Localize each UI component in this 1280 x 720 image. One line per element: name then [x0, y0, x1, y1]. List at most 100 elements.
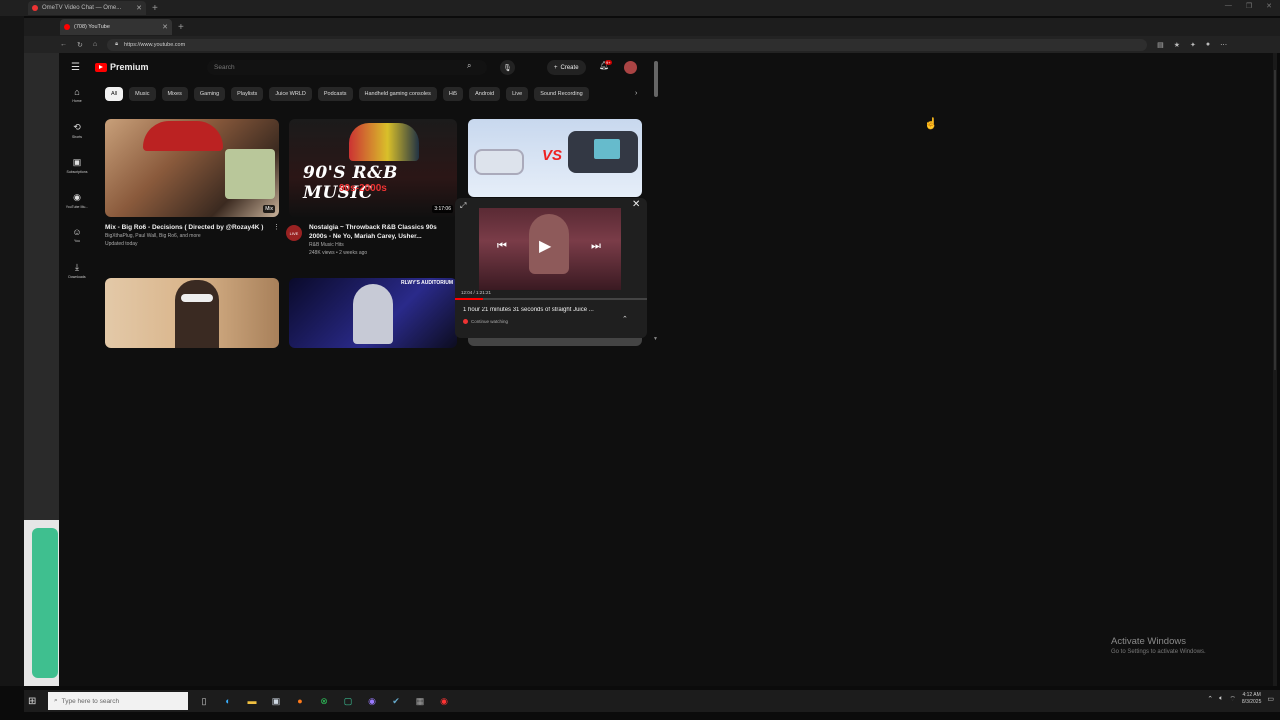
app-icon[interactable]: ▢	[342, 696, 354, 707]
close-icon[interactable]: ✕	[632, 199, 640, 210]
back-icon[interactable]: ←	[60, 41, 67, 48]
more-vert-icon[interactable]: ⋮	[273, 223, 280, 231]
miniplayer-status: Continue watching	[463, 319, 508, 324]
notification-center-icon[interactable]: ▭	[1267, 695, 1274, 703]
close-window-icon[interactable]: ✕	[1266, 2, 1272, 10]
close-tab-icon[interactable]: ✕	[162, 23, 168, 31]
record-icon[interactable]: ◉	[438, 696, 450, 707]
chip-gaming[interactable]: Gaming	[193, 87, 226, 101]
page-scrollbar[interactable]	[654, 61, 658, 97]
windows-start-icon[interactable]: ⊞	[28, 696, 44, 707]
task-view-icon[interactable]: ▯	[198, 696, 210, 707]
video-title[interactable]: Mix - Big Ro6 - Decisions ( Directed by …	[105, 223, 275, 232]
video-thumbnail[interactable]: RLWY'S AUDITORIUM	[289, 278, 457, 348]
reader-icon[interactable]: ▤	[1157, 41, 1164, 49]
ometv-favicon-icon	[32, 5, 38, 11]
chip-handheld-gaming[interactable]: Handheld gaming consoles	[358, 87, 437, 101]
volume-icon[interactable]: 🔈︎	[1219, 695, 1223, 703]
miniplayer-title[interactable]: 1 hour 21 minutes 31 seconds of straight…	[463, 307, 623, 313]
edge-icon[interactable]: ◐	[222, 696, 234, 707]
store-icon[interactable]: ▣	[270, 696, 282, 707]
miniplayer-progress-bar[interactable]	[455, 298, 647, 300]
thumbnail-person-shape	[175, 280, 219, 348]
guide-item-downloads[interactable]: ⤓ Downloads	[59, 262, 95, 297]
guide-item-you[interactable]: ☺ You	[59, 227, 95, 262]
desktop-left-strip	[0, 16, 24, 686]
chip-all[interactable]: All	[105, 87, 124, 101]
minimize-icon[interactable]: —	[1225, 2, 1232, 10]
microphone-icon[interactable]: 🎙︎	[500, 60, 515, 75]
extensions-icon[interactable]: ✦	[1190, 41, 1196, 49]
chip-playlists[interactable]: Playlists	[231, 87, 264, 101]
avatar[interactable]	[624, 61, 637, 74]
search-icon[interactable]: ⌕	[467, 61, 471, 71]
new-tab-icon[interactable]: +	[152, 3, 158, 14]
channel-avatar[interactable]: LIVE	[286, 225, 302, 241]
new-tab-icon[interactable]: +	[178, 22, 184, 33]
search-input[interactable]: Search	[207, 60, 487, 75]
youtube-logo[interactable]: Premium	[95, 62, 149, 72]
mix-badge: Mix	[263, 205, 275, 213]
guide-item-youtube-music[interactable]: ◉ YouTube Mu...	[59, 192, 95, 227]
reload-icon[interactable]: ↻	[77, 41, 83, 49]
miniplayer-time: 12:04 / 1:21:21	[461, 290, 492, 295]
chevron-right-icon[interactable]: ›	[635, 90, 637, 97]
scroll-down-icon[interactable]: ▼	[653, 336, 658, 342]
video-thumbnail[interactable]: VS	[468, 119, 642, 197]
youtube-tab-title: (708) YouTube	[74, 24, 110, 30]
favorite-icon[interactable]: ★	[1174, 41, 1180, 49]
steam-icon[interactable]: ✔	[390, 696, 402, 707]
play-icon[interactable]: ▶	[539, 236, 551, 256]
chip-android[interactable]: Android	[469, 87, 501, 101]
youtube-tab[interactable]: (708) YouTube ✕	[60, 19, 172, 35]
guide-item-subscriptions[interactable]: ▣ Subscriptions	[59, 157, 95, 192]
url-text: https://www.youtube.com	[124, 41, 186, 48]
guide-item-shorts[interactable]: ⟲ Shorts	[59, 122, 95, 157]
discord-icon[interactable]: ◉	[366, 696, 378, 707]
chip-music[interactable]: Music	[129, 87, 156, 101]
video-thumbnail[interactable]: 90'S R&B MUSIC 90s-2000s 3:17:06	[289, 119, 457, 217]
system-tray: ⌃ 🔈︎ ⌔ 4:12 AM 8/3/2025 ▭	[1207, 692, 1274, 706]
outer-browser-tab[interactable]: OmeTV Video Chat — Ome... ✕	[28, 1, 146, 15]
you-icon: ☺	[72, 227, 82, 237]
address-field[interactable]: 🔒︎ https://www.youtube.com	[107, 38, 1148, 51]
profile-icon[interactable]: ●	[1206, 41, 1210, 49]
right-scrollbar-thumb[interactable]	[1274, 70, 1276, 370]
chip-sound-recording[interactable]: Sound Recording	[534, 87, 589, 101]
video-channel[interactable]: BigXthaPlug, Paul Wall, Big Ro6, and mor…	[105, 232, 275, 240]
maximize-icon[interactable]: ❐	[1246, 2, 1252, 10]
network-icon[interactable]: ⌔	[1229, 695, 1236, 704]
xbox-icon[interactable]: ⊗	[318, 696, 330, 707]
firefox-icon[interactable]: ●	[294, 696, 306, 707]
tray-chevron-icon[interactable]: ⌃	[1207, 695, 1213, 703]
next-icon[interactable]: ⏭	[591, 240, 601, 253]
taskbar-search-input[interactable]: ⌕ Type here to search	[48, 692, 188, 710]
miniplayer-status-text: Continue watching	[471, 319, 509, 324]
create-label: Create	[560, 64, 579, 71]
menu-icon[interactable]: ☰	[71, 62, 80, 73]
clock[interactable]: 4:12 AM 8/3/2025	[1242, 692, 1261, 706]
more-icon[interactable]: ⋯	[1220, 41, 1227, 49]
video-title[interactable]: Nostalgia ~ Throwback R&B Classics 90s 2…	[309, 223, 454, 241]
previous-icon[interactable]: ⏮	[497, 240, 507, 253]
video-thumbnail[interactable]	[105, 278, 279, 348]
chevron-up-icon[interactable]: ⌃	[622, 315, 628, 323]
file-explorer-icon[interactable]: ▬	[246, 696, 258, 707]
chip-juice-wrld[interactable]: Juice WRLD	[269, 87, 312, 101]
app2-icon[interactable]: ▦	[414, 696, 426, 707]
guide-item-home[interactable]: ⌂ Home	[59, 87, 95, 122]
chip-live[interactable]: Live	[506, 87, 529, 101]
video-thumbnail[interactable]	[468, 338, 642, 346]
thumbnail-device-shape	[568, 131, 638, 173]
create-button[interactable]: + Create	[547, 60, 586, 75]
logo-label: Premium	[110, 62, 149, 72]
video-thumbnail[interactable]: Mix	[105, 119, 279, 217]
filter-chips: All Music Mixes Gaming Playlists Juice W…	[105, 87, 589, 101]
chip-podcasts[interactable]: Podcasts	[317, 87, 353, 101]
video-channel[interactable]: R&B Music Hits	[309, 241, 454, 249]
chip-hi5[interactable]: Hi5	[442, 87, 464, 101]
expand-icon[interactable]: ⤢	[460, 201, 466, 211]
close-icon[interactable]: ✕	[136, 4, 142, 12]
chip-mixes[interactable]: Mixes	[161, 87, 188, 101]
home-button-icon[interactable]: ⌂	[93, 41, 97, 48]
